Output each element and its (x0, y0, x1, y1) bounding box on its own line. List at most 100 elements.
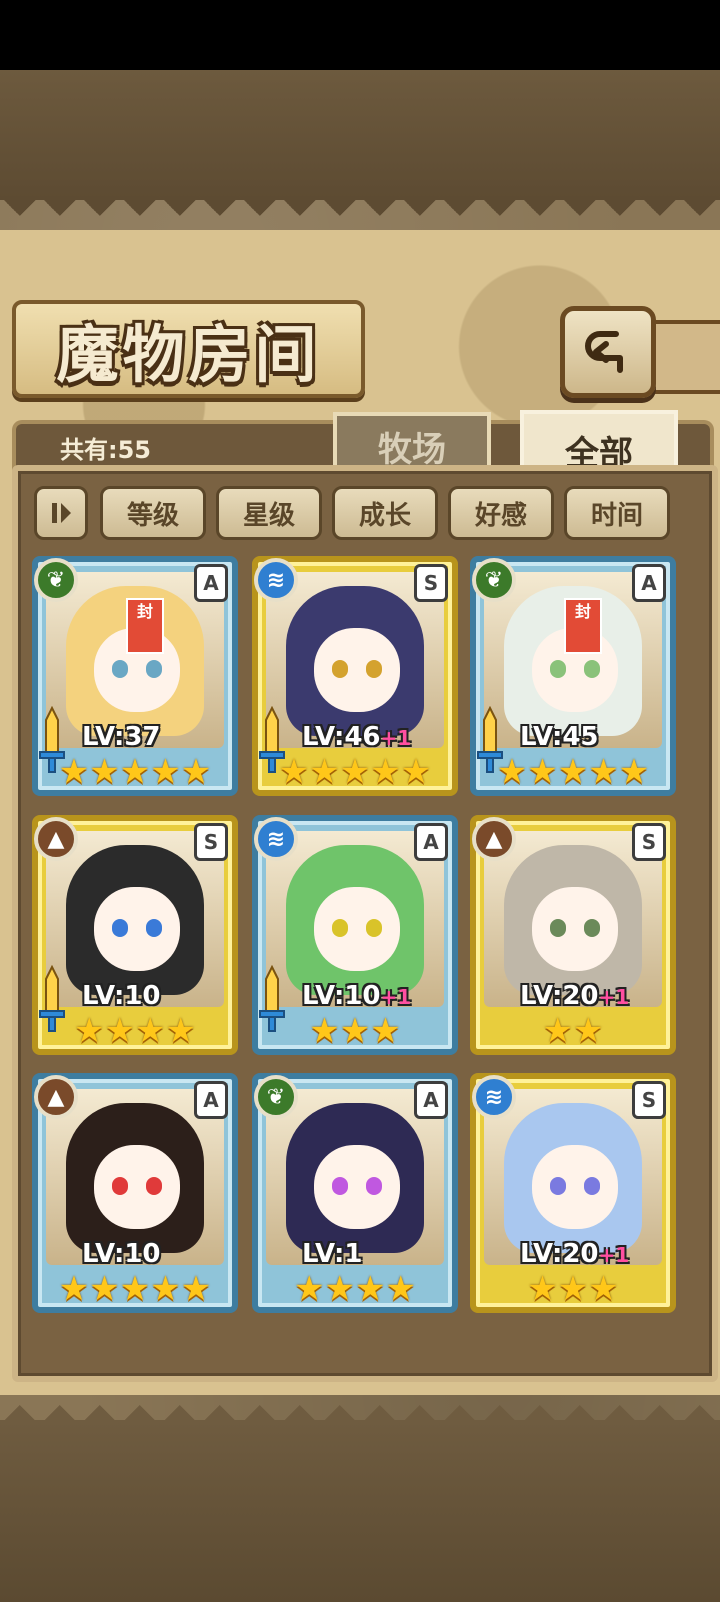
portrait-face (94, 887, 180, 971)
water-element-icon: ≋ (254, 817, 298, 861)
rank-badge: A (414, 823, 448, 861)
monster-card[interactable]: A ≋ LV:10+1 ★★★ (252, 815, 458, 1055)
earth-element-icon: ▲ (34, 817, 78, 861)
portrait-eye (584, 919, 600, 937)
level-bonus: +1 (598, 1243, 630, 1267)
background-top-map (0, 70, 720, 200)
grass-element-icon: ❦ (254, 1075, 298, 1119)
portrait-eye (332, 919, 348, 937)
star-rating: ★★★★★ (496, 752, 650, 792)
level-value: LV:20 (520, 1239, 599, 1269)
monster-card[interactable]: S ≋ LV:46+1 ★★★★★ (252, 556, 458, 796)
grass-element-icon: ❦ (34, 558, 78, 602)
seal-tag: 封 (564, 598, 602, 654)
grass-element-icon: ❦ (472, 558, 516, 602)
level-value: LV:10 (82, 981, 161, 1011)
background-bottom-map (0, 1420, 720, 1602)
rank-badge: A (194, 1081, 228, 1119)
status-bar (0, 0, 720, 70)
star-rating: ★★★★ (294, 1269, 416, 1309)
portrait-eye (112, 660, 128, 678)
sort-star-button[interactable]: 星级 (216, 486, 322, 540)
rank-badge: A (632, 564, 666, 602)
title-plate: 魔物房间 (12, 300, 365, 398)
level-value: LV:20 (520, 981, 599, 1011)
portrait-eye (550, 919, 566, 937)
water-element-icon: ≋ (254, 558, 298, 602)
portrait-face (314, 887, 400, 971)
level-value: LV:37 (82, 722, 161, 752)
portrait-face (532, 1145, 618, 1229)
star-rating: ★★★★★ (58, 1269, 212, 1309)
water-element-icon: ≋ (472, 1075, 516, 1119)
sort-level-button[interactable]: 等级 (100, 486, 206, 540)
portrait-eye (584, 1177, 600, 1195)
star-rating: ★★★★★ (58, 752, 212, 792)
zigzag-border-top (0, 196, 720, 236)
sort-growth-button[interactable]: 成长 (332, 486, 438, 540)
rank-badge: S (414, 564, 448, 602)
level-value: LV:10 (302, 981, 381, 1011)
level-value: LV:1 (302, 1239, 363, 1269)
page-title: 魔物房间 (56, 318, 321, 391)
portrait-eye (366, 919, 382, 937)
level-label: LV:45 (520, 722, 599, 752)
portrait-face (314, 628, 400, 712)
portrait-eye (332, 660, 348, 678)
earth-element-icon: ▲ (34, 1075, 78, 1119)
portrait-face (314, 1145, 400, 1229)
portrait-eye (550, 660, 566, 678)
level-label: LV:37 (82, 722, 161, 752)
monster-card[interactable]: A ❦ LV:1 ★★★★ (252, 1073, 458, 1313)
rank-badge: S (194, 823, 228, 861)
level-label: LV:10 (82, 981, 161, 1011)
portrait-eye (112, 919, 128, 937)
level-label: LV:10 (82, 1239, 161, 1269)
level-label: LV:20+1 (520, 1239, 629, 1269)
level-label: LV:1 (302, 1239, 362, 1269)
level-value: LV:46 (302, 722, 381, 752)
star-rating: ★★★★ (74, 1011, 196, 1051)
sort-order-icon (52, 503, 71, 523)
sort-affection-button[interactable]: 好感 (448, 486, 554, 540)
rank-badge: A (414, 1081, 448, 1119)
level-label: LV:20+1 (520, 981, 629, 1011)
portrait-face (532, 887, 618, 971)
monster-count: 共有:55 (60, 436, 151, 464)
rank-badge: A (194, 564, 228, 602)
level-value: LV:45 (520, 722, 599, 752)
monster-card[interactable]: S ▲ LV:20+1 ★★ (470, 815, 676, 1055)
level-label: LV:46+1 (302, 722, 411, 752)
star-rating: ★★★ (309, 1011, 401, 1051)
portrait-eye (146, 919, 162, 937)
portrait-face (94, 1145, 180, 1229)
portrait-eye (584, 660, 600, 678)
portrait-eye (366, 1177, 382, 1195)
portrait-eye (146, 1177, 162, 1195)
rank-badge: S (632, 1081, 666, 1119)
monster-card[interactable]: 封 A ❦ LV:45 ★★★★★ (470, 556, 676, 796)
monster-card[interactable]: A ▲ LV:10 ★★★★★ (32, 1073, 238, 1313)
monster-card[interactable]: 封 A ❦ LV:37 ★★★★★ (32, 556, 238, 796)
earth-element-icon: ▲ (472, 817, 516, 861)
star-rating: ★★ (542, 1011, 604, 1051)
portrait-eye (332, 1177, 348, 1195)
level-bonus: +1 (380, 726, 412, 750)
level-label: LV:10+1 (302, 981, 411, 1011)
star-rating: ★★★ (527, 1269, 619, 1309)
level-bonus: +1 (380, 985, 412, 1009)
level-value: LV:10 (82, 1239, 161, 1269)
zigzag-border-bottom (0, 1385, 720, 1425)
sort-time-button[interactable]: 时间 (564, 486, 670, 540)
sort-order-button[interactable] (34, 486, 88, 540)
sort-bar: 等级 星级 成长 好感 时间 (28, 486, 678, 546)
back-button[interactable] (560, 306, 656, 398)
portrait-eye (146, 660, 162, 678)
portrait-eye (112, 1177, 128, 1195)
seal-tag: 封 (126, 598, 164, 654)
monster-card[interactable]: S ▲ LV:10 ★★★★ (32, 815, 238, 1055)
portrait-eye (366, 660, 382, 678)
level-bonus: +1 (598, 985, 630, 1009)
monster-card[interactable]: S ≋ LV:20+1 ★★★ (470, 1073, 676, 1313)
back-arrow-icon (585, 331, 623, 373)
